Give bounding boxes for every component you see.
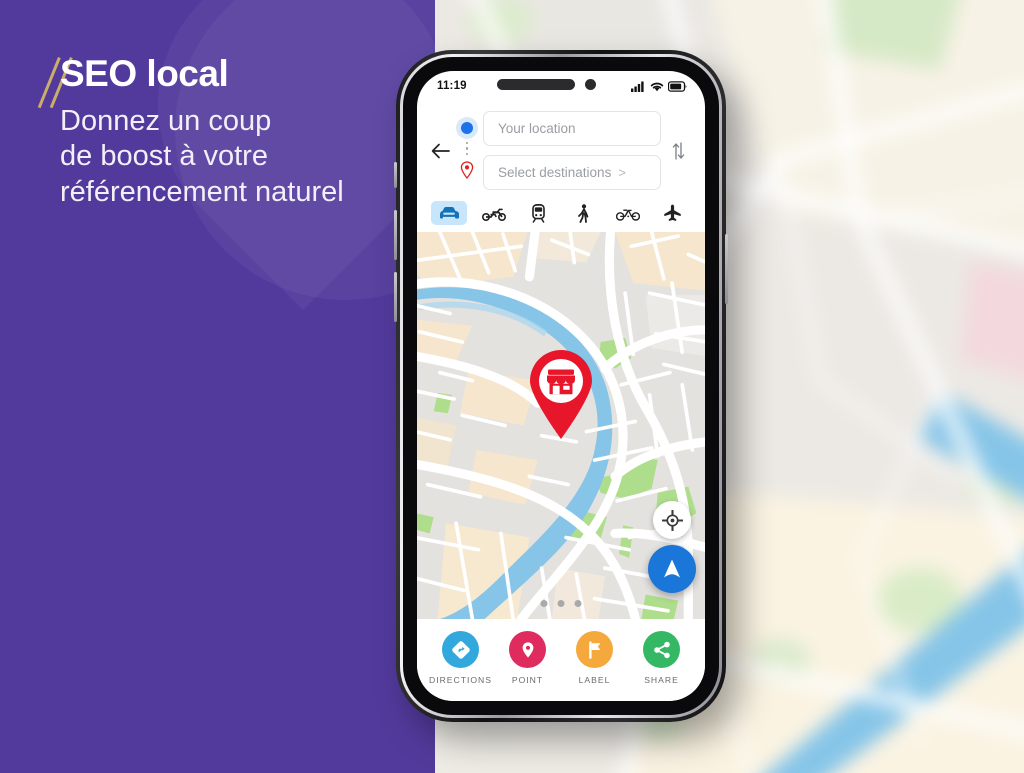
walk-icon [577, 203, 589, 223]
route-fields: Your location Select destinations > [483, 111, 661, 190]
volume-up-button[interactable] [394, 210, 397, 260]
transport-modes [417, 198, 705, 232]
signal-bars-icon [631, 81, 644, 92]
mode-motorcycle[interactable] [476, 201, 512, 225]
action-directions-label: DIRECTIONS [429, 675, 492, 685]
page-dot[interactable] [574, 600, 582, 607]
route-search-block: Your location Select destinations > [417, 101, 705, 198]
destination-pin-icon [460, 161, 474, 180]
airplane-icon [664, 204, 682, 221]
origin-dot-icon [461, 121, 473, 134]
status-bar: 11:19 [417, 71, 705, 101]
back-button[interactable] [429, 143, 451, 159]
status-time: 11:19 [437, 80, 467, 92]
mode-walk[interactable] [565, 201, 601, 225]
destination-input[interactable]: Select destinations > [483, 155, 661, 190]
store-pin-icon [530, 350, 592, 439]
action-point[interactable]: POINT [494, 631, 561, 685]
share-icon [653, 641, 670, 658]
origin-input[interactable]: Your location [483, 111, 661, 146]
back-arrow-icon [431, 143, 450, 158]
destination-input-placeholder: Select destinations [498, 165, 612, 180]
start-navigation-button[interactable] [648, 545, 696, 593]
mode-car[interactable] [431, 201, 467, 225]
swap-vertical-icon [672, 141, 684, 160]
car-icon [440, 206, 459, 218]
page-dot[interactable] [540, 600, 548, 607]
brand-title-secondary: local [146, 53, 229, 94]
origin-input-placeholder: Your location [498, 121, 576, 136]
route-indicator [457, 121, 477, 180]
crosshair-locate-icon [661, 509, 683, 531]
logo: SEO local [37, 55, 229, 109]
directions-icon-circle [442, 631, 479, 668]
page-dot[interactable] [557, 600, 565, 607]
silence-switch[interactable] [394, 162, 397, 188]
front-camera-dot [585, 79, 596, 90]
directions-icon [451, 640, 470, 659]
action-share-label: SHARE [644, 675, 679, 685]
motorcycle-icon [481, 208, 506, 221]
mode-bicycle[interactable] [610, 201, 646, 225]
mode-train[interactable] [521, 201, 557, 225]
action-label[interactable]: LABEL [561, 631, 628, 685]
flag-icon [588, 640, 600, 659]
bicycle-icon [616, 209, 641, 221]
mode-flight[interactable] [655, 201, 691, 225]
volume-down-button[interactable] [394, 272, 397, 322]
action-point-label: POINT [511, 675, 544, 685]
store-location-marker[interactable] [527, 350, 595, 440]
action-bar: DIRECTIONS POINT LABEL SHARE [417, 619, 705, 701]
dynamic-island [497, 79, 575, 90]
train-icon [532, 203, 545, 223]
battery-icon [668, 80, 687, 92]
share-icon-circle [643, 631, 680, 668]
point-icon-circle [509, 631, 546, 668]
phone-screen: 11:19 Your location Select destinations … [417, 71, 705, 701]
brand-title-primary: SEO [60, 53, 137, 94]
action-share[interactable]: SHARE [628, 631, 695, 685]
navigation-arrow-icon [664, 559, 680, 578]
action-directions[interactable]: DIRECTIONS [427, 631, 494, 685]
brand-panel: SEO local Donnez un coup de boost à votr… [0, 0, 435, 773]
tagline: Donnez un coup de boost à votre référenc… [60, 105, 344, 208]
map-pin-icon [522, 641, 533, 658]
power-button[interactable] [725, 234, 728, 304]
map-page-indicator[interactable] [540, 600, 582, 607]
locate-me-button[interactable] [653, 501, 691, 539]
wifi-icon [650, 82, 664, 91]
route-dotted-line [465, 141, 469, 156]
label-icon-circle [576, 631, 613, 668]
map-view[interactable] [417, 232, 705, 619]
brand-title: SEO local [60, 53, 229, 94]
destination-chevron-icon: > [618, 165, 626, 180]
action-label-label: LABEL [578, 675, 611, 685]
phone-mockup: 11:19 Your location Select destinations … [394, 50, 728, 722]
swap-route-button[interactable] [667, 141, 689, 161]
